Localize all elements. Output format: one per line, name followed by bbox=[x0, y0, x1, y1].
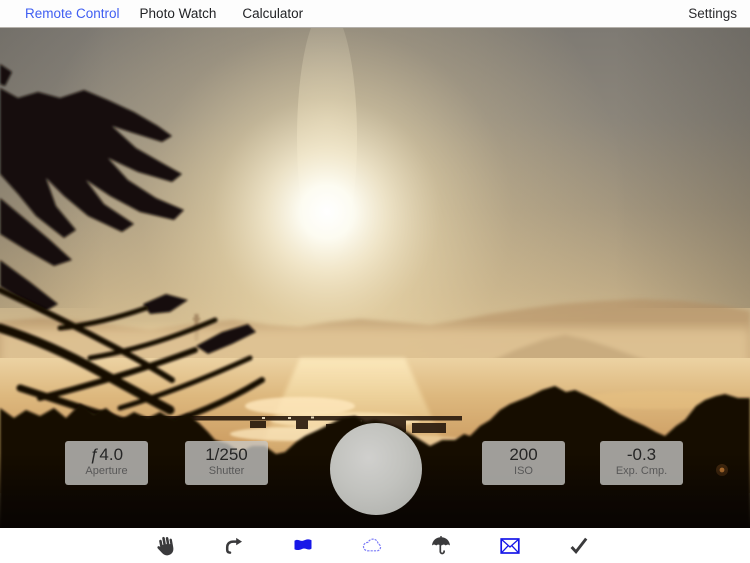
checkmark-icon bbox=[567, 534, 591, 558]
top-nav-bar: Remote Control Photo Watch Calculator Se… bbox=[0, 0, 750, 28]
umbrella-icon bbox=[429, 534, 453, 558]
aperture-label: Aperture bbox=[65, 465, 148, 478]
shutter-release-button[interactable] bbox=[330, 423, 422, 515]
remote-control-app: Remote Control Photo Watch Calculator Se… bbox=[0, 0, 750, 563]
iso-value: 200 bbox=[482, 445, 565, 465]
umbrella-button[interactable] bbox=[424, 529, 458, 562]
hand-icon bbox=[153, 534, 177, 558]
tab-remote-control[interactable]: Remote Control bbox=[25, 0, 120, 28]
exp-comp-label: Exp. Cmp. bbox=[600, 465, 683, 478]
envelope-icon bbox=[498, 534, 522, 558]
redo-button[interactable] bbox=[217, 529, 251, 562]
camera-live-view: ƒ4.0 Aperture 1/250 Shutter 200 ISO -0.3… bbox=[0, 28, 750, 528]
settings-button[interactable]: Settings bbox=[688, 6, 737, 21]
flag-icon bbox=[291, 534, 315, 558]
tab-photo-watch[interactable]: Photo Watch bbox=[140, 0, 217, 28]
aperture-value: ƒ4.0 bbox=[65, 445, 148, 465]
shutter-speed-button[interactable]: 1/250 Shutter bbox=[185, 441, 268, 485]
envelope-button[interactable] bbox=[493, 529, 527, 562]
shutter-label: Shutter bbox=[185, 465, 268, 478]
exposure-compensation-button[interactable]: -0.3 Exp. Cmp. bbox=[600, 441, 683, 485]
iso-button[interactable]: 200 ISO bbox=[482, 441, 565, 485]
aperture-button[interactable]: ƒ4.0 Aperture bbox=[65, 441, 148, 485]
bottom-toolbar bbox=[0, 528, 750, 563]
cloud-button[interactable] bbox=[355, 529, 389, 562]
iso-label: ISO bbox=[482, 465, 565, 478]
exp-comp-value: -0.3 bbox=[600, 445, 683, 465]
confirm-button[interactable] bbox=[562, 529, 596, 562]
shutter-value: 1/250 bbox=[185, 445, 268, 465]
tab-calculator[interactable]: Calculator bbox=[242, 0, 303, 28]
hand-tool-button[interactable] bbox=[148, 529, 182, 562]
flag-button[interactable] bbox=[286, 529, 320, 562]
cloud-icon bbox=[360, 534, 384, 558]
redo-arrow-icon bbox=[222, 534, 246, 558]
